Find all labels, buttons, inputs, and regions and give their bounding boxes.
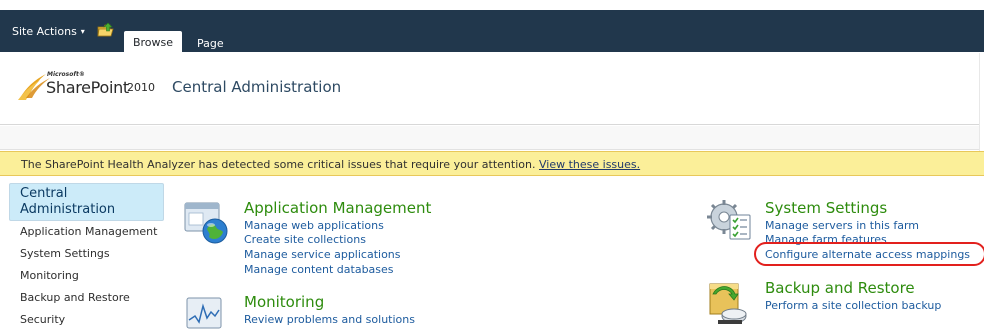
logo-sharepoint-text: SharePoint <box>46 78 129 97</box>
manage-service-applications-link[interactable]: Manage service applications <box>244 248 401 261</box>
manage-content-databases-link[interactable]: Manage content databases <box>244 263 394 276</box>
top-strip <box>0 0 984 10</box>
tab-page[interactable]: Page <box>197 37 224 50</box>
manage-servers-link[interactable]: Manage servers in this farm <box>765 219 919 232</box>
highlight-annotation <box>754 242 984 266</box>
sidebar-item-monitoring[interactable]: Monitoring <box>20 269 79 282</box>
monitoring-icon <box>185 296 225 329</box>
view-issues-link[interactable]: View these issues. <box>539 158 640 171</box>
manage-web-applications-link[interactable]: Manage web applications <box>244 219 384 232</box>
sidebar-item-application-management[interactable]: Application Management <box>20 225 157 238</box>
health-analyzer-banner: The SharePoint Health Analyzer has detec… <box>0 151 984 176</box>
perform-site-collection-backup-link[interactable]: Perform a site collection backup <box>765 299 941 312</box>
toolbar-band <box>0 126 984 150</box>
backup-restore-title[interactable]: Backup and Restore <box>765 279 915 297</box>
sidebar-item-central-administration[interactable]: Central Administration <box>9 183 164 221</box>
logo-year-text: 2010 <box>127 81 155 94</box>
sharepoint-central-admin-page: Site Actions ▾ Browse Page Microsoft® Sha… <box>0 0 984 329</box>
right-edge-divider <box>979 53 984 151</box>
review-problems-link[interactable]: Review problems and solutions <box>244 313 415 326</box>
application-management-title[interactable]: Application Management <box>244 199 431 217</box>
chevron-down-icon: ▾ <box>80 27 85 36</box>
site-actions-label: Site Actions <box>12 25 77 38</box>
monitoring-title[interactable]: Monitoring <box>244 293 324 311</box>
application-management-icon <box>183 199 231 249</box>
logo-microsoft-text: Microsoft® <box>47 71 85 78</box>
sidebar-item-label: Central Administration <box>20 186 116 217</box>
left-navigation: Central Administration Application Manag… <box>0 176 166 329</box>
system-settings-icon <box>706 197 754 247</box>
sidebar-item-backup-and-restore[interactable]: Backup and Restore <box>20 291 130 304</box>
health-message-text: The SharePoint Health Analyzer has detec… <box>21 158 536 171</box>
site-actions-menu[interactable]: Site Actions ▾ <box>12 25 85 38</box>
navigate-up-icon[interactable] <box>97 22 115 38</box>
create-site-collections-link[interactable]: Create site collections <box>244 233 366 246</box>
backup-restore-icon <box>706 276 750 329</box>
sidebar-item-system-settings[interactable]: System Settings <box>20 247 110 260</box>
system-settings-title[interactable]: System Settings <box>765 199 887 217</box>
health-analyzer-message: The SharePoint Health Analyzer has detec… <box>21 158 640 171</box>
page-title[interactable]: Central Administration <box>172 78 341 96</box>
tab-browse[interactable]: Browse <box>124 31 182 53</box>
sidebar-item-security[interactable]: Security <box>20 313 65 326</box>
